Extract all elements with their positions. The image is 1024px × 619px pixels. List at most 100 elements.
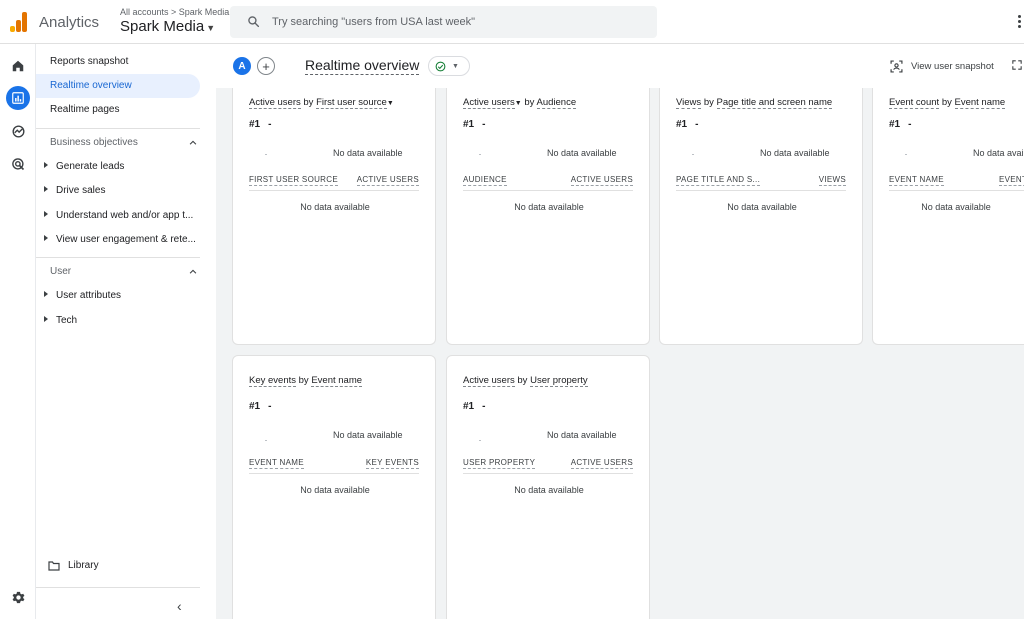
metric-label[interactable]: Active users bbox=[249, 97, 301, 109]
table-no-data-text: No data available bbox=[300, 202, 370, 212]
rank-value: - bbox=[908, 119, 912, 130]
nav-library[interactable]: Library bbox=[48, 560, 99, 571]
table-divider bbox=[463, 473, 633, 474]
nav-realtime-pages[interactable]: Realtime pages bbox=[36, 98, 200, 122]
chevron-up-icon bbox=[189, 140, 197, 145]
placeholder-dot bbox=[905, 154, 907, 155]
rail-advertising-button[interactable] bbox=[6, 152, 30, 176]
card-rank: #1- bbox=[676, 119, 698, 130]
collapse-sidebar-icon[interactable]: ‹ bbox=[177, 598, 182, 614]
column-header[interactable]: AUDIENCE bbox=[463, 175, 507, 186]
nav-user-engagement[interactable]: View user engagement & rete... bbox=[44, 234, 204, 245]
nav-label: Understand web and/or app t... bbox=[56, 210, 194, 221]
card-rank: #1- bbox=[463, 401, 485, 412]
column-header[interactable]: FIRST USER SOURCE bbox=[249, 175, 338, 186]
table-no-data-text: No data available bbox=[514, 202, 584, 212]
metric-label[interactable]: Views bbox=[676, 97, 702, 109]
left-rail bbox=[0, 44, 36, 619]
nav-realtime-overview[interactable]: Realtime overview bbox=[36, 74, 200, 98]
nav-tech[interactable]: Tech bbox=[44, 315, 204, 326]
placeholder-dot bbox=[479, 440, 481, 441]
card-key-events-by-event-name: Key events by Event name #1- No data ava… bbox=[232, 355, 436, 619]
card-active-users-by-first-user-source: Active users by First user source▼ #1- N… bbox=[232, 88, 436, 345]
card-active-users-by-audience: Active users▼ by Audience #1- No data av… bbox=[446, 88, 650, 345]
section-user[interactable]: User bbox=[50, 266, 198, 277]
placeholder-dot bbox=[479, 154, 481, 155]
expand-arrow-icon bbox=[44, 291, 48, 297]
nav-understand-web-app[interactable]: Understand web and/or app t... bbox=[44, 210, 204, 221]
table-no-data-text: No data available bbox=[514, 485, 584, 495]
rail-reports-button[interactable] bbox=[6, 86, 30, 110]
expand-arrow-icon bbox=[44, 186, 48, 192]
section-business-objectives[interactable]: Business objectives bbox=[50, 137, 198, 148]
column-header[interactable]: ACTIVE USERS bbox=[570, 458, 633, 469]
rank-label: #1 bbox=[249, 401, 261, 412]
snapshot-label: View user snapshot bbox=[911, 61, 994, 72]
column-header[interactable]: VIEWS bbox=[818, 175, 846, 186]
rail-admin-button[interactable] bbox=[6, 585, 30, 609]
sidebar-divider bbox=[36, 257, 200, 258]
dimension-selector[interactable]: Event name bbox=[311, 375, 363, 387]
rank-value: - bbox=[268, 119, 272, 130]
card-title: Active users▼ by Audience bbox=[463, 97, 577, 109]
nav-reports-snapshot[interactable]: Reports snapshot bbox=[36, 50, 200, 74]
add-comparison-button[interactable]: + bbox=[257, 57, 275, 75]
column-header[interactable]: ACTIVE USERS bbox=[570, 175, 633, 186]
gear-icon bbox=[12, 591, 24, 603]
nav-label: View user engagement & rete... bbox=[56, 234, 196, 245]
app-name[interactable]: Analytics bbox=[39, 14, 99, 31]
column-header[interactable]: EVENT NAME bbox=[249, 458, 304, 469]
account-breadcrumb[interactable]: All accounts > Spark Media bbox=[120, 7, 229, 17]
sidebar-nav: Reports snapshot Realtime overview Realt… bbox=[36, 44, 216, 619]
caret-down-icon[interactable]: ▼ bbox=[515, 100, 522, 107]
reports-icon bbox=[12, 92, 24, 104]
search-bar[interactable] bbox=[230, 6, 657, 38]
by-label: by bbox=[524, 97, 535, 108]
nav-user-attributes[interactable]: User attributes bbox=[44, 290, 204, 301]
dimension-selector[interactable]: Event name bbox=[954, 97, 1006, 109]
dimension-selector[interactable]: User property bbox=[530, 375, 588, 387]
more-options-icon[interactable] bbox=[1018, 15, 1022, 30]
column-header[interactable]: KEY EVENTS bbox=[365, 458, 419, 469]
property-selector[interactable]: Spark Media ▼ bbox=[120, 18, 215, 35]
fullscreen-icon[interactable] bbox=[1012, 60, 1022, 70]
rank-value: - bbox=[482, 119, 486, 130]
rank-label: #1 bbox=[463, 401, 475, 412]
folder-icon bbox=[48, 560, 60, 571]
nav-drive-sales[interactable]: Drive sales bbox=[44, 185, 204, 196]
card-rank: #1- bbox=[249, 401, 271, 412]
metric-label[interactable]: Key events bbox=[249, 375, 296, 387]
search-input[interactable] bbox=[272, 13, 642, 31]
expand-arrow-icon bbox=[44, 235, 48, 241]
metric-label[interactable]: Active users bbox=[463, 375, 515, 387]
column-header[interactable]: ACTIVE USERS bbox=[356, 175, 419, 186]
table-no-data-text: No data available bbox=[300, 485, 370, 495]
by-label: by bbox=[941, 97, 952, 108]
dimension-selector[interactable]: Audience bbox=[536, 97, 577, 109]
card-views-by-page-title: Views by Page title and screen name #1- … bbox=[659, 88, 863, 345]
analytics-logo-icon[interactable] bbox=[10, 12, 28, 32]
dimension-selector[interactable]: First user source bbox=[316, 97, 387, 109]
property-name: Spark Media bbox=[120, 18, 205, 35]
card-rank: #1- bbox=[889, 119, 911, 130]
comparison-avatar[interactable]: A bbox=[233, 57, 251, 75]
card-rank: #1- bbox=[249, 119, 271, 130]
no-data-text: No data available bbox=[547, 430, 617, 440]
rail-explore-button[interactable] bbox=[6, 119, 30, 143]
column-header[interactable]: USER PROPERTY bbox=[463, 458, 536, 469]
sidebar-divider bbox=[36, 128, 200, 129]
dimension-selector[interactable]: Page title and screen name bbox=[716, 97, 833, 109]
column-header[interactable]: EVENT COUNT bbox=[999, 175, 1024, 186]
by-label: by bbox=[298, 375, 309, 386]
nav-generate-leads[interactable]: Generate leads bbox=[44, 161, 204, 172]
status-dropdown[interactable]: ▼ bbox=[428, 56, 470, 76]
column-header[interactable]: PAGE TITLE AND S... bbox=[676, 175, 761, 186]
card-active-users-by-user-property: Active users by User property #1- No dat… bbox=[446, 355, 650, 619]
metric-label[interactable]: Event count bbox=[889, 97, 940, 109]
caret-down-icon[interactable]: ▼ bbox=[387, 100, 394, 107]
rail-home-button[interactable] bbox=[6, 54, 30, 78]
column-header[interactable]: EVENT NAME bbox=[889, 175, 944, 186]
view-user-snapshot-button[interactable]: View user snapshot bbox=[890, 60, 994, 73]
table-divider bbox=[249, 473, 419, 474]
metric-label[interactable]: Active users bbox=[463, 97, 515, 109]
